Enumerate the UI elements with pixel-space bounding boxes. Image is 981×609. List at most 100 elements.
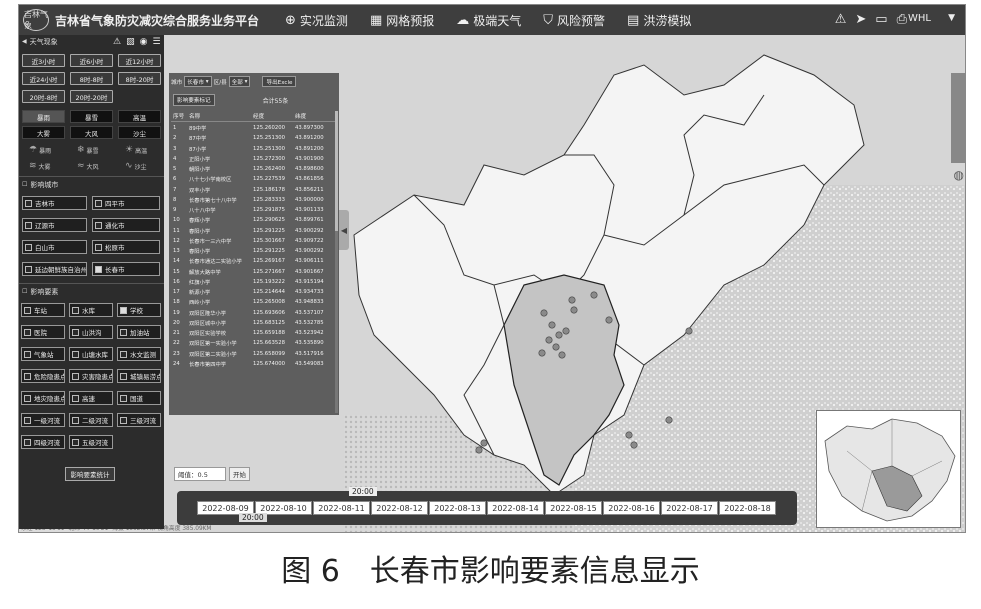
send-icon[interactable]: ➤ (855, 12, 866, 27)
element-checkbox[interactable]: 加油站 (117, 325, 161, 339)
element-checkbox[interactable]: 危险隐患点 (21, 369, 65, 383)
school-marker[interactable] (570, 306, 578, 314)
school-marker[interactable] (548, 321, 556, 329)
time-button[interactable]: 近12小时 (118, 54, 161, 67)
school-marker[interactable] (630, 441, 638, 449)
city-checkbox[interactable]: 四平市 (92, 196, 160, 210)
table-scrollbar[interactable] (335, 111, 338, 413)
table-row[interactable]: 16 红旗小学 125.193222 43.915194 (171, 277, 337, 287)
element-section-header[interactable]: ☐ 影响要素 (19, 285, 164, 298)
table-row[interactable]: 10 春辉小学 125.290625 43.899761 (171, 215, 337, 225)
table-row[interactable]: 4 正阳小学 125.272300 43.901900 (171, 154, 337, 164)
table-row[interactable]: 20 双阳区城中小学 125.683125 43.532785 (171, 318, 337, 328)
school-marker[interactable] (665, 416, 673, 424)
table-row[interactable]: 19 双阳区隆华小学 125.693606 43.537107 (171, 308, 337, 318)
overview-minimap[interactable] (816, 410, 961, 528)
element-checkbox[interactable]: 气象站 (21, 347, 65, 361)
table-row[interactable]: 3 87小学 125.251300 43.891200 (171, 144, 337, 154)
time-button[interactable]: 近3小时 (22, 54, 65, 67)
school-marker[interactable] (555, 331, 563, 339)
timeline-date[interactable]: 2022-08-12 (371, 501, 428, 515)
scrollbar-thumb[interactable] (335, 111, 338, 231)
time-button[interactable]: 近6小时 (70, 54, 113, 67)
table-row[interactable]: 11 春阳小学 125.291225 43.900292 (171, 226, 337, 236)
table-row[interactable]: 9 八十八中学 125.291875 43.901133 (171, 205, 337, 215)
table-row[interactable]: 1 89中学 125.260200 43.897300 (171, 123, 337, 133)
table-row[interactable]: 13 春阳小学 125.291225 43.900292 (171, 246, 337, 256)
chevron-down-icon[interactable]: ▼ (948, 13, 955, 23)
element-checkbox[interactable]: 灾害隐患点 (69, 369, 113, 383)
element-stats-button[interactable]: 影响要素统计 (65, 467, 115, 481)
phenomenon-button[interactable]: 大雾 (22, 126, 65, 139)
print-icon[interactable]: ⎙ (897, 12, 907, 27)
city-checkbox[interactable]: 吉林市 (22, 196, 87, 210)
map-tool-strip[interactable] (951, 73, 965, 163)
table-row[interactable]: 22 双阳区第一实验小学 125.663528 43.535890 (171, 338, 337, 348)
start-button[interactable]: 开始 (229, 467, 250, 481)
table-row[interactable]: 12 长春市一三六中学 125.301667 43.909722 (171, 236, 337, 246)
element-checkbox[interactable]: 三级河流 (117, 413, 161, 427)
column-header[interactable]: 序号 (171, 112, 189, 120)
layers-icon[interactable]: ☰ (152, 37, 160, 47)
phenomenon-button[interactable]: 暴雨 (22, 110, 65, 123)
element-checkbox[interactable]: 医院 (21, 325, 65, 339)
element-checkbox-school[interactable]: 学校 (117, 303, 161, 317)
table-row[interactable]: 15 解放大路中学 125.271667 43.901667 (171, 267, 337, 277)
timeline-date[interactable]: 2022-08-13 (429, 501, 486, 515)
element-checkbox[interactable]: 四级河流 (21, 435, 65, 449)
school-marker[interactable] (552, 343, 560, 351)
alarm-icon[interactable]: ⚠ (835, 12, 847, 27)
table-row[interactable]: 23 双阳区第二实验小学 125.658099 43.517916 (171, 349, 337, 359)
element-checkbox[interactable]: 车站 (21, 303, 65, 317)
table-row[interactable]: 6 八十七小学南校区 125.227539 43.861856 (171, 174, 337, 184)
phenomenon-button[interactable]: 沙尘 (118, 126, 161, 139)
table-row[interactable]: 24 长春市第四中学 125.674000 43.549083 (171, 359, 337, 369)
tab-flood-simulation[interactable]: ▤ 洪涝模拟 (627, 12, 691, 29)
timeline-date[interactable]: 2022-08-18 (719, 501, 776, 515)
city-section-header[interactable]: ☐ 影响城市 (19, 178, 164, 191)
city-checkbox[interactable]: 白山市 (22, 240, 87, 254)
target-icon[interactable]: ◉ (140, 37, 148, 47)
time-button[interactable]: 20时-20时 (70, 90, 113, 103)
timeline-bar[interactable]: 2022-08-09 2022-08-10 2022-08-11 2022-08-12… (177, 491, 797, 525)
table-row[interactable]: 21 双阳区实验学校 125.659188 43.523942 (171, 328, 337, 338)
element-checkbox[interactable]: 五级河流 (69, 435, 113, 449)
phenomenon-button[interactable]: 大风 (70, 126, 113, 139)
timeline-date[interactable]: 2022-08-15 (545, 501, 602, 515)
city-checkbox[interactable]: 延边朝鲜族自治州 (22, 262, 87, 276)
table-row[interactable]: 18 西岭小学 125.265008 43.948833 (171, 297, 337, 307)
time-button[interactable]: 8时-8时 (70, 72, 113, 85)
column-header[interactable]: 名称 (189, 112, 253, 120)
screen-icon[interactable]: ▭ (875, 12, 887, 27)
element-checkbox[interactable]: 地灾隐患点 (21, 391, 65, 405)
school-marker[interactable] (558, 351, 566, 359)
school-marker[interactable] (538, 349, 546, 357)
school-marker[interactable] (545, 336, 553, 344)
school-marker[interactable] (685, 327, 693, 335)
timeline-date[interactable]: 2022-08-11 (313, 501, 370, 515)
timeline-date[interactable]: 2022-08-14 (487, 501, 544, 515)
table-row[interactable]: 5 朝阳小学 125.262400 43.898600 (171, 164, 337, 174)
column-header[interactable]: 经度 (253, 112, 295, 120)
element-checkbox[interactable]: 水文监测 (117, 347, 161, 361)
user-name[interactable]: WHL (908, 13, 931, 24)
element-checkbox[interactable]: 一级河流 (21, 413, 65, 427)
hatch-icon[interactable]: ▨ (126, 37, 135, 47)
tab-live-monitoring[interactable]: ⊕ 实况监测 (285, 12, 348, 29)
timeline-date[interactable]: 2022-08-17 (661, 501, 718, 515)
district-select[interactable]: 全部 ▾ (228, 76, 251, 87)
element-checkbox[interactable]: 水库 (69, 303, 113, 317)
school-marker[interactable] (590, 291, 598, 299)
element-checkbox[interactable]: 山塘水库 (69, 347, 113, 361)
time-button[interactable]: 近24小时 (22, 72, 65, 85)
globe-icon[interactable]: ◍ (954, 168, 964, 182)
threshold-input[interactable]: 阈值：0.5 (174, 467, 226, 481)
school-marker[interactable] (568, 296, 576, 304)
element-checkbox[interactable]: 山洪沟 (69, 325, 113, 339)
school-marker[interactable] (605, 316, 613, 324)
school-marker[interactable] (625, 431, 633, 439)
warning-icon[interactable]: ⚠ (113, 37, 121, 47)
element-checkbox[interactable]: 城镇易涝点 (117, 369, 161, 383)
city-checkbox[interactable]: 辽源市 (22, 218, 87, 232)
table-row[interactable]: 2 87中学 125.251300 43.891200 (171, 133, 337, 143)
